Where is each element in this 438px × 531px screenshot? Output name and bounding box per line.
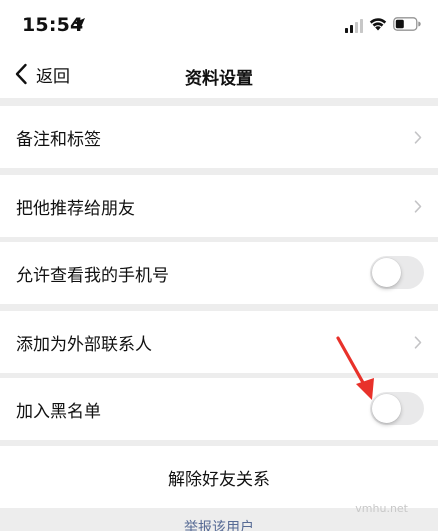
status-bar: 15:54 bbox=[0, 0, 438, 50]
row-remarks-tags[interactable]: 备注和标签 bbox=[0, 106, 438, 168]
phone-visibility-toggle[interactable] bbox=[370, 256, 424, 289]
signal-icon bbox=[345, 19, 363, 33]
row-allow-view-phone: 允许查看我的手机号 bbox=[0, 242, 438, 304]
delete-friend-label: 解除好友关系 bbox=[168, 470, 270, 490]
nav-bar: 返回 资料设置 bbox=[0, 50, 438, 98]
row-label: 允许查看我的手机号 bbox=[16, 266, 169, 286]
row-label: 加入黑名单 bbox=[16, 402, 101, 422]
battery-icon bbox=[393, 17, 421, 31]
row-label: 把他推荐给朋友 bbox=[16, 199, 135, 219]
page-title: 资料设置 bbox=[185, 69, 253, 89]
row-label: 添加为外部联系人 bbox=[16, 335, 152, 355]
red-arrow-icon bbox=[336, 336, 374, 400]
row-recommend-to-friends[interactable]: 把他推荐给朋友 bbox=[0, 175, 438, 237]
wifi-icon bbox=[369, 18, 387, 31]
toggle-knob bbox=[372, 258, 401, 287]
location-arrow-icon bbox=[73, 18, 85, 30]
report-user-link[interactable]: 举报该用户 bbox=[0, 517, 438, 531]
chevron-right-icon bbox=[414, 131, 422, 144]
row-label: 备注和标签 bbox=[16, 130, 101, 150]
chevron-right-icon bbox=[414, 200, 422, 213]
chevron-right-icon bbox=[414, 336, 422, 349]
watermark: vmhu.net bbox=[355, 502, 408, 515]
screen: 15:54 返回 资料设置 备注和标签 把他推荐给朋友 允许查看我的手机号 添加… bbox=[0, 0, 438, 531]
delete-friend-button[interactable]: 解除好友关系 bbox=[0, 446, 438, 508]
